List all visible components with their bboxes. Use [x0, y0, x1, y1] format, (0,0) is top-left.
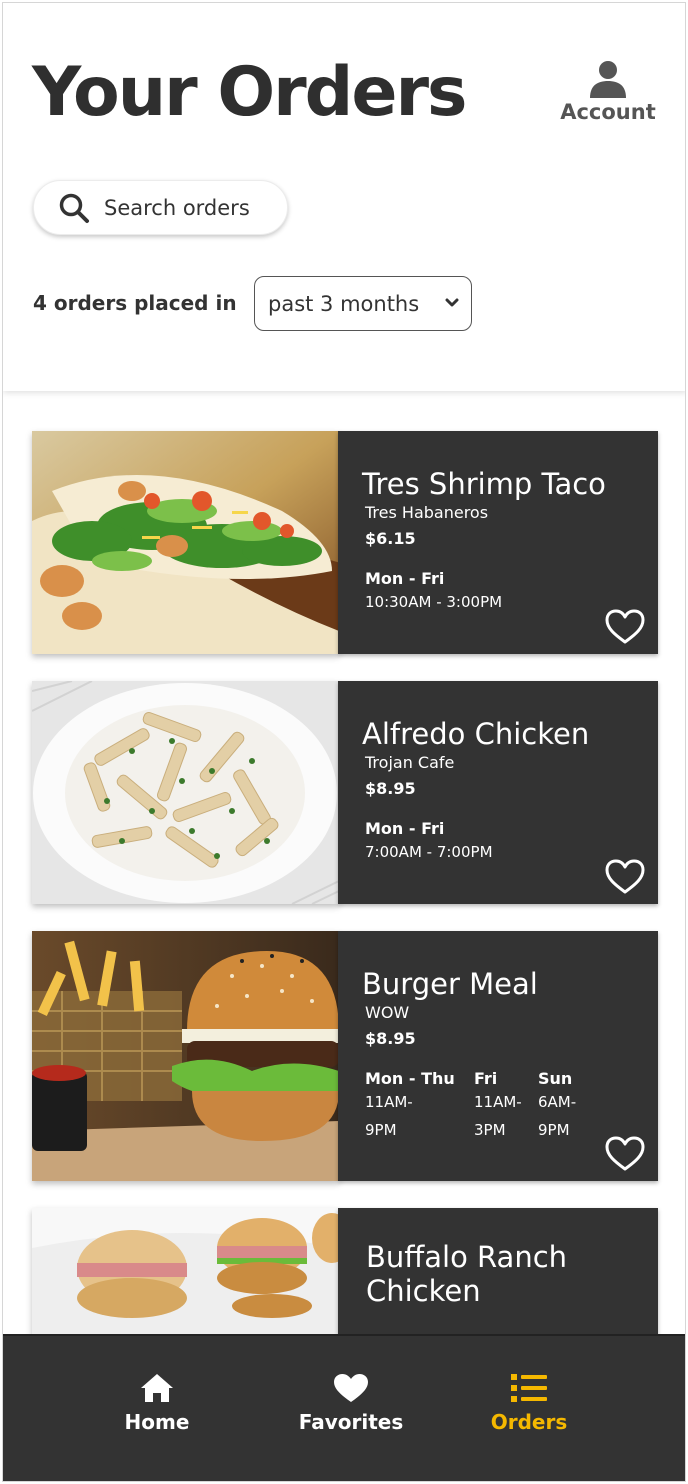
item-price: $8.95	[365, 1029, 416, 1048]
hours-time: 9PM	[365, 1121, 397, 1139]
header: Your Orders Account Search orders 4 orde…	[3, 3, 685, 391]
period-select[interactable]: past 3 months	[254, 276, 472, 331]
item-name: Chicken	[366, 1274, 481, 1308]
heart-outline-icon[interactable]	[604, 1135, 646, 1173]
app-screen: Your Orders Account Search orders 4 orde…	[2, 2, 686, 1482]
item-name: Alfredo Chicken	[362, 717, 590, 751]
order-card[interactable]: Tres Shrimp Taco Tres Habaneros $6.15 Mo…	[32, 431, 658, 654]
hours-time: 6AM-	[538, 1093, 577, 1111]
hours-time: 11AM-	[365, 1093, 413, 1111]
heart-outline-icon[interactable]	[604, 608, 646, 646]
item-name: Burger Meal	[362, 967, 538, 1001]
restaurant-name: Trojan Cafe	[365, 753, 455, 772]
hours-block: Mon - Fri 10:30AM - 3:00PM	[365, 569, 502, 616]
item-name: Tres Shrimp Taco	[362, 467, 606, 501]
nav-orders[interactable]: Orders	[464, 1372, 594, 1434]
taco-photo	[32, 431, 339, 654]
item-name: Buffalo Ranch	[366, 1240, 568, 1274]
order-info: Buffalo Ranch Chicken	[338, 1208, 658, 1336]
item-price: $6.15	[365, 529, 416, 548]
hours-time: 11AM-	[474, 1093, 522, 1111]
sandwich-photo	[32, 1208, 339, 1336]
nav-home[interactable]: Home	[92, 1372, 222, 1434]
pasta-photo	[32, 681, 339, 904]
nav-orders-label: Orders	[490, 1410, 568, 1434]
search-placeholder: Search orders	[104, 195, 250, 220]
hours-block: Mon - Thu 11AM- 9PM	[365, 1069, 455, 1144]
hours-time: 10:30AM - 3:00PM	[365, 593, 503, 611]
burger-photo	[32, 931, 339, 1181]
hours-days: Mon - Fri	[365, 569, 445, 588]
order-info: Tres Shrimp Taco Tres Habaneros $6.15 Mo…	[338, 431, 658, 654]
search-input[interactable]: Search orders	[33, 180, 288, 235]
order-info: Burger Meal WOW $8.95 Mon - Thu 11AM- 9P…	[338, 931, 658, 1181]
hours-days: Fri	[474, 1069, 498, 1088]
heart-icon	[334, 1374, 368, 1402]
hours-time: 7:00AM - 7:00PM	[365, 843, 493, 861]
heart-outline-icon[interactable]	[604, 858, 646, 896]
account-label: Account	[560, 100, 656, 124]
order-card[interactable]: Alfredo Chicken Trojan Cafe $8.95 Mon - …	[32, 681, 658, 904]
order-info: Alfredo Chicken Trojan Cafe $8.95 Mon - …	[338, 681, 658, 904]
hours-days: Sun	[538, 1069, 573, 1088]
restaurant-name: Tres Habaneros	[365, 503, 489, 522]
hours-time: 9PM	[538, 1121, 570, 1139]
chevron-down-icon	[445, 298, 459, 307]
hours-days: Mon - Fri	[365, 819, 445, 838]
search-icon	[59, 193, 89, 223]
hours-days: Mon - Thu	[365, 1069, 455, 1088]
nav-favorites-label: Favorites	[298, 1410, 404, 1434]
hours-block: Sun 6AM- 9PM	[538, 1069, 576, 1144]
order-list: Tres Shrimp Taco Tres Habaneros $6.15 Mo…	[3, 391, 685, 1336]
hours-time: 3PM	[474, 1121, 506, 1139]
page-title: Your Orders	[32, 53, 467, 132]
hours-block: Fri 11AM- 3PM	[474, 1069, 522, 1144]
list-icon	[511, 1374, 547, 1402]
nav-home-label: Home	[124, 1410, 190, 1434]
home-icon	[141, 1374, 173, 1402]
hours-block: Mon - Fri 7:00AM - 7:00PM	[365, 819, 493, 866]
item-price: $8.95	[365, 779, 416, 798]
order-card[interactable]: Buffalo Ranch Chicken	[32, 1208, 658, 1336]
restaurant-name: WOW	[365, 1003, 410, 1022]
nav-favorites[interactable]: Favorites	[286, 1372, 416, 1434]
bottom-nav: Home Favorites Orders	[3, 1334, 685, 1481]
period-select-value: past 3 months	[268, 291, 420, 316]
account-button[interactable]: Account	[556, 58, 660, 130]
order-card[interactable]: Burger Meal WOW $8.95 Mon - Thu 11AM- 9P…	[32, 931, 658, 1181]
order-count-label: 4 orders placed in	[33, 291, 237, 315]
user-icon	[590, 61, 626, 98]
